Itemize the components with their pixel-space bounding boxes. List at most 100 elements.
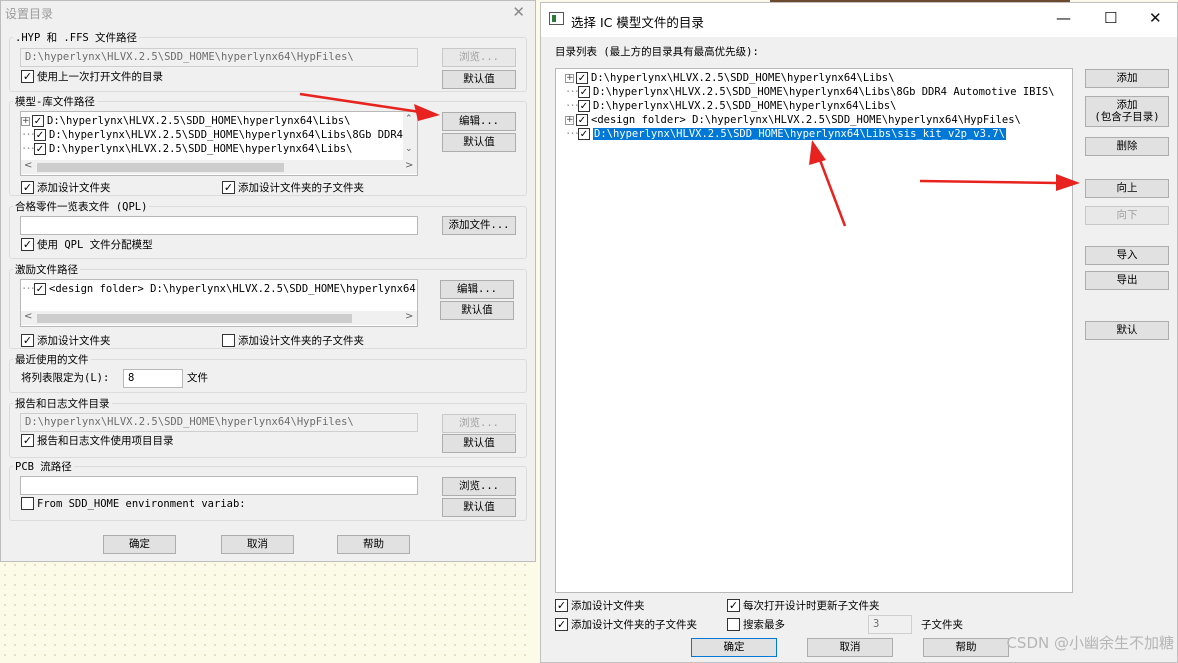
checkmark-icon[interactable]: ✓ — [578, 128, 590, 140]
scroll-down-icon[interactable]: ⌄ — [405, 144, 413, 154]
use-qpl-checkbox[interactable]: ✓ 使用 QPL 文件分配模型 — [21, 237, 153, 252]
checkmark-icon[interactable]: ✓ — [576, 114, 588, 126]
directory-list-label: 目录列表 (最上方的目录具有最高优先级): — [555, 46, 759, 58]
scroll-right-icon[interactable]: > — [405, 160, 413, 171]
add-with-subdirs-button[interactable]: 添加 (包含子目录) — [1085, 96, 1169, 127]
limit-label: 将列表限定为(L): — [21, 372, 110, 384]
help-button[interactable]: 帮助 — [337, 535, 410, 554]
checkmark-icon: ✓ — [21, 181, 34, 194]
title-bar: 选择 IC 模型文件的目录 — ☐ ✕ — [541, 3, 1177, 37]
list-item[interactable]: + ✓ D:\hyperlynx\HLVX.2.5\SDD_HOME\hyper… — [21, 114, 350, 128]
scroll-right-icon[interactable]: > — [405, 311, 413, 322]
recent-files-label: 最近使用的文件 — [13, 352, 91, 367]
hyp-default-button[interactable]: 默认值 — [442, 70, 516, 89]
stimulus-edit-button[interactable]: 编辑... — [440, 280, 514, 299]
report-browse-button[interactable]: 浏览... — [442, 414, 516, 433]
scroll-thumb[interactable] — [37, 163, 284, 172]
refresh-subfolders-checkbox[interactable]: ✓ 每次打开设计时更新子文件夹 — [727, 598, 880, 613]
pcb-flow-label: PCB 流路径 — [13, 459, 74, 474]
add-design-subfolders-checkbox[interactable]: ✓ 添加设计文件夹的子文件夹 — [555, 617, 697, 632]
scroll-left-icon[interactable]: < — [24, 311, 32, 322]
stimulus-default-button[interactable]: 默认值 — [440, 301, 514, 320]
dialog-title: 设置目录 — [5, 7, 54, 21]
horizontal-scrollbar[interactable]: < > — [21, 160, 417, 174]
pcb-default-button[interactable]: 默认值 — [442, 498, 516, 517]
horizontal-scrollbar[interactable]: < > — [21, 311, 417, 325]
search-max-checkbox[interactable]: 搜索最多 — [727, 617, 785, 632]
checkmark-icon[interactable]: ✓ — [34, 143, 46, 155]
checkmark-icon[interactable]: ✓ — [34, 129, 46, 141]
list-item[interactable]: + ✓ <design folder> D:\hyperlynx\HLVX.2.… — [565, 113, 1021, 127]
stimulus-label: 激励文件路径 — [13, 262, 80, 277]
import-button[interactable]: 导入 — [1085, 246, 1169, 265]
help-button[interactable]: 帮助 — [923, 638, 1009, 657]
add-file-button[interactable]: 添加文件... — [442, 216, 516, 235]
model-path-list[interactable]: + ✓ D:\hyperlynx\HLVX.2.5\SDD_HOME\hyper… — [20, 111, 418, 176]
default-button[interactable]: 默认 — [1085, 321, 1169, 340]
scroll-left-icon[interactable]: < — [24, 160, 32, 171]
use-project-dir-checkbox[interactable]: ✓ 报告和日志文件使用项目目录 — [21, 433, 174, 448]
report-dir-field[interactable]: D:\hyperlynx\HLVX.2.5\SDD_HOME\hyperlynx… — [20, 413, 418, 432]
add-design-folder-checkbox[interactable]: ✓ 添加设计文件夹 — [21, 180, 111, 195]
cancel-button[interactable]: 取消 — [807, 638, 893, 657]
export-button[interactable]: 导出 — [1085, 271, 1169, 290]
checkmark-icon[interactable]: ✓ — [576, 72, 588, 84]
subfolders-label: 子文件夹 — [921, 619, 963, 631]
minimize-icon[interactable]: — — [1056, 9, 1071, 27]
maximize-icon[interactable]: ☐ — [1104, 9, 1117, 27]
from-sdd-home-checkbox[interactable]: From SDD_HOME environment variab: — [21, 497, 246, 510]
checkmark-icon[interactable]: ✓ — [34, 283, 46, 295]
expand-icon[interactable]: + — [565, 73, 574, 83]
pcb-browse-button[interactable]: 浏览... — [442, 477, 516, 496]
stim-add-subfolders-checkbox[interactable]: 添加设计文件夹的子文件夹 — [222, 333, 364, 348]
add-design-subfolders-checkbox[interactable]: ✓ 添加设计文件夹的子文件夹 — [222, 180, 364, 195]
list-item[interactable]: ··· ✓ D:\hyperlynx\HLVX.2.5\SDD_HOME\hyp… — [565, 85, 1054, 99]
select-ic-model-dir-dialog: 选择 IC 模型文件的目录 — ☐ ✕ 目录列表 (最上方的目录具有最高优先级)… — [540, 2, 1178, 663]
checkmark-icon[interactable]: ✓ — [32, 115, 44, 127]
scroll-up-icon[interactable]: ⌃ — [405, 114, 413, 124]
move-down-button[interactable]: 向下 — [1085, 206, 1169, 225]
list-item[interactable]: ··· ✓ D:\hyperlynx\HLVX.2.5\SDD_HOME\hyp… — [565, 99, 896, 113]
watermark-text: CSDN @小幽余生不加糖 — [1006, 634, 1174, 652]
checkmark-icon: ✓ — [555, 618, 568, 631]
move-up-button[interactable]: 向上 — [1085, 179, 1169, 198]
ok-button[interactable]: 确定 — [691, 638, 777, 657]
list-item[interactable]: + ✓ D:\hyperlynx\HLVX.2.5\SDD_HOME\hyper… — [565, 71, 894, 85]
vertical-scrollbar[interactable]: ⌃ ⌄ — [403, 112, 417, 160]
cancel-button[interactable]: 取消 — [221, 535, 294, 554]
hyp-path-label: .HYP 和 .FFS 文件路径 — [13, 30, 140, 45]
recent-limit-field[interactable]: 8 — [123, 369, 183, 388]
add-button[interactable]: 添加 — [1085, 69, 1169, 88]
search-depth-field[interactable]: 3 — [868, 615, 912, 634]
use-last-dir-checkbox[interactable]: ✓ 使用上一次打开文件的目录 — [21, 69, 163, 84]
model-path-label: 模型-库文件路径 — [13, 94, 97, 109]
add-design-folder-checkbox[interactable]: ✓ 添加设计文件夹 — [555, 598, 645, 613]
close-icon[interactable]: ✕ — [1149, 9, 1162, 27]
hyp-browse-button[interactable]: 浏览... — [442, 48, 516, 67]
checkmark-icon[interactable]: ✓ — [578, 100, 590, 112]
checkmark-icon[interactable]: ✓ — [578, 86, 590, 98]
stim-add-design-folder-checkbox[interactable]: ✓ 添加设计文件夹 — [21, 333, 111, 348]
stimulus-path-list[interactable]: ··· ✓ <design folder> D:\hyperlynx\HLVX.… — [20, 279, 418, 327]
expand-icon[interactable]: + — [21, 116, 30, 126]
close-icon[interactable]: ✕ — [512, 3, 525, 21]
report-default-button[interactable]: 默认值 — [442, 434, 516, 453]
ok-button[interactable]: 确定 — [103, 535, 176, 554]
hyp-path-field[interactable]: D:\hyperlynx\HLVX.2.5\SDD_HOME\hyperlynx… — [20, 48, 418, 67]
list-item[interactable]: ··· ✓ D:\hyperlynx\HLVX.2.5\SDD_HOME\hyp… — [21, 128, 403, 142]
list-item-selected[interactable]: ··· ✓ D:\hyperlynx\HLVX.2.5\SDD_HOME\hyp… — [565, 127, 1006, 141]
list-item[interactable]: ··· ✓ <design folder> D:\hyperlynx\HLVX.… — [21, 282, 417, 296]
model-edit-button[interactable]: 编辑... — [442, 112, 516, 131]
checkmark-icon: ✓ — [21, 334, 34, 347]
dialog-title: 选择 IC 模型文件的目录 — [571, 15, 704, 30]
model-default-button[interactable]: 默认值 — [442, 133, 516, 152]
files-unit-label: 文件 — [187, 372, 208, 384]
pcb-flow-field[interactable] — [20, 476, 418, 495]
scroll-thumb[interactable] — [37, 314, 352, 323]
expand-icon[interactable]: + — [565, 115, 574, 125]
qpl-file-field[interactable] — [20, 216, 418, 235]
delete-button[interactable]: 删除 — [1085, 137, 1169, 156]
directory-list[interactable]: + ✓ D:\hyperlynx\HLVX.2.5\SDD_HOME\hyper… — [555, 68, 1073, 593]
list-item[interactable]: ··· ✓ D:\hyperlynx\HLVX.2.5\SDD_HOME\hyp… — [21, 142, 352, 156]
set-directories-dialog: 设置目录 ✕ .HYP 和 .FFS 文件路径 D:\hyperlynx\HLV… — [0, 0, 536, 562]
